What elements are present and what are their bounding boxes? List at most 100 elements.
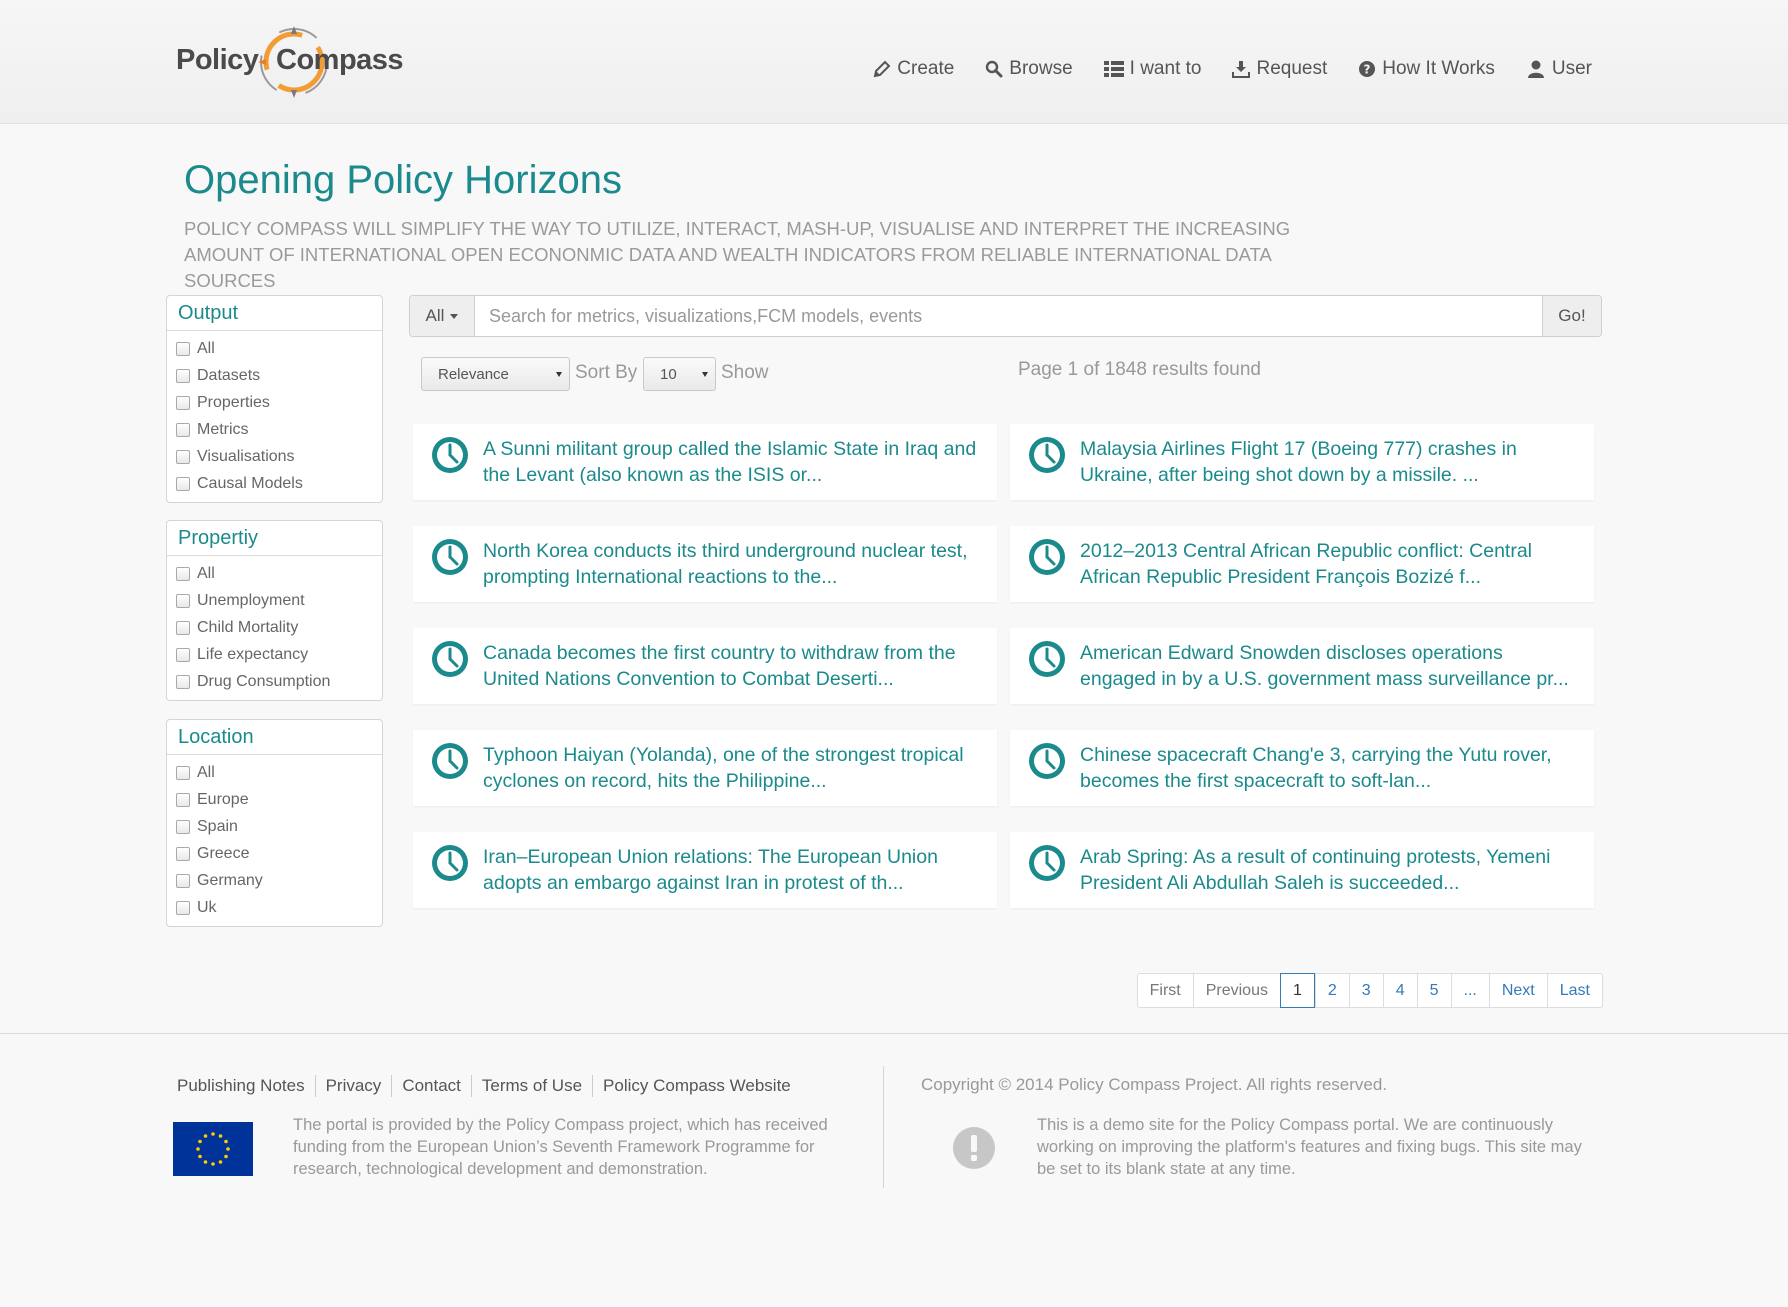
checkbox[interactable]	[176, 449, 190, 464]
result-card[interactable]: A Sunni militant group called the Islami…	[413, 424, 997, 500]
page-3[interactable]: 3	[1348, 974, 1383, 1007]
checkbox[interactable]	[176, 674, 190, 689]
eu-star	[203, 1134, 208, 1138]
page-last[interactable]: Last	[1546, 974, 1602, 1007]
checkbox[interactable]	[176, 341, 190, 356]
result-card[interactable]: Malaysia Airlines Flight 17 (Boeing 777)…	[1010, 424, 1594, 500]
checkbox[interactable]	[176, 873, 190, 888]
result-card[interactable]: Iran–European Union relations: The Europ…	[413, 832, 997, 908]
page-1[interactable]: 1	[1279, 973, 1315, 1008]
nav-create[interactable]: Create	[873, 58, 954, 80]
location-option-greece[interactable]: Greece	[173, 840, 376, 867]
footer-link-contact[interactable]: Contact	[391, 1075, 471, 1097]
footer-link-terms-of-use[interactable]: Terms of Use	[470, 1075, 592, 1097]
footer-link-privacy[interactable]: Privacy	[314, 1075, 392, 1097]
output-option-datasets[interactable]: Datasets	[173, 362, 376, 389]
page-size-select[interactable]: 10	[643, 357, 716, 391]
location-option-europe[interactable]: Europe	[173, 786, 376, 813]
result-title[interactable]: A Sunni militant group called the Islami…	[483, 436, 983, 488]
page-previous[interactable]: Previous	[1192, 974, 1280, 1007]
sort-by-label: Sort By	[575, 362, 638, 383]
search-scope-dropdown[interactable]: All	[410, 296, 475, 336]
result-title[interactable]: Arab Spring: As a result of continuing p…	[1080, 844, 1580, 896]
location-option-uk[interactable]: Uk	[173, 894, 376, 921]
result-title[interactable]: American Edward Snowden discloses operat…	[1080, 640, 1580, 692]
checkbox[interactable]	[176, 846, 190, 861]
result-card[interactable]: Chinese spacecraft Chang'e 3, carrying t…	[1010, 730, 1594, 806]
result-card[interactable]: Canada becomes the first country to with…	[413, 628, 997, 704]
clock-icon	[1029, 437, 1065, 473]
nav-request[interactable]: Request	[1232, 58, 1327, 80]
option-label: Datasets	[197, 366, 261, 384]
result-card[interactable]: North Korea conducts its third undergrou…	[413, 526, 997, 602]
result-title[interactable]: Canada becomes the first country to with…	[483, 640, 983, 692]
site-header: Policy Compass Create Browse I want to R…	[0, 0, 1788, 124]
result-title[interactable]: Typhoon Haiyan (Yolanda), one of the str…	[483, 742, 983, 794]
page-ellipsis[interactable]: ...	[1450, 974, 1489, 1007]
property-option-unemployment[interactable]: Unemployment	[173, 587, 376, 614]
sort-select[interactable]: Relevance	[421, 357, 570, 391]
checkbox[interactable]	[176, 765, 190, 780]
nav-i-want-to[interactable]: I want to	[1103, 58, 1201, 80]
result-card[interactable]: Arab Spring: As a result of continuing p…	[1010, 832, 1594, 908]
result-title[interactable]: Chinese spacecraft Chang'e 3, carrying t…	[1080, 742, 1580, 794]
eu-flag-icon	[173, 1122, 253, 1176]
checkbox[interactable]	[176, 566, 190, 581]
eu-star	[218, 1134, 223, 1138]
page-5[interactable]: 5	[1416, 974, 1451, 1007]
page-first[interactable]: First	[1138, 974, 1193, 1007]
nav-request-label: Request	[1256, 58, 1328, 79]
output-option-visualisations[interactable]: Visualisations	[173, 443, 376, 470]
clock-icon	[1029, 641, 1065, 677]
search-scope-label: All	[425, 306, 445, 325]
result-title[interactable]: Malaysia Airlines Flight 17 (Boeing 777)…	[1080, 436, 1580, 488]
checkbox[interactable]	[176, 476, 190, 491]
location-option-spain[interactable]: Spain	[173, 813, 376, 840]
nav-how-it-works-label: How It Works	[1382, 58, 1495, 79]
nav-user-label: User	[1551, 58, 1592, 79]
search-go-button[interactable]: Go!	[1542, 296, 1601, 336]
location-option-germany[interactable]: Germany	[173, 867, 376, 894]
footer-link-policy-compass-website[interactable]: Policy Compass Website	[592, 1075, 801, 1097]
result-card[interactable]: 2012–2013 Central African Republic confl…	[1010, 526, 1594, 602]
result-title[interactable]: 2012–2013 Central African Republic confl…	[1080, 538, 1580, 590]
download-icon	[1232, 61, 1251, 78]
footer-link-publishing-notes[interactable]: Publishing Notes	[177, 1075, 315, 1097]
page-next[interactable]: Next	[1488, 974, 1547, 1007]
property-option-all[interactable]: All	[173, 560, 376, 587]
nav-user[interactable]: User	[1526, 58, 1592, 80]
checkbox[interactable]	[176, 368, 190, 383]
output-option-all[interactable]: All	[173, 335, 376, 362]
checkbox[interactable]	[176, 647, 190, 662]
checkbox[interactable]	[176, 792, 190, 807]
property-option-drug-consumption[interactable]: Drug Consumption	[173, 668, 376, 695]
checkbox[interactable]	[176, 620, 190, 635]
policy-compass-logo[interactable]: Policy Compass	[176, 24, 416, 100]
checkbox[interactable]	[176, 819, 190, 834]
chevron-down-icon	[450, 313, 459, 319]
eu-star	[211, 1132, 215, 1136]
eu-star	[198, 1154, 202, 1159]
property-option-life-expectancy[interactable]: Life expectancy	[173, 641, 376, 668]
output-option-properties[interactable]: Properties	[173, 389, 376, 416]
nav-browse[interactable]: Browse	[985, 58, 1073, 80]
location-option-all[interactable]: All	[173, 759, 376, 786]
result-title[interactable]: Iran–European Union relations: The Europ…	[483, 844, 983, 896]
checkbox[interactable]	[176, 593, 190, 608]
page-4[interactable]: 4	[1382, 974, 1417, 1007]
result-card[interactable]: Typhoon Haiyan (Yolanda), one of the str…	[413, 730, 997, 806]
logo-word-compass: Compass	[276, 44, 404, 76]
output-option-causal-models[interactable]: Causal Models	[173, 470, 376, 497]
output-option-metrics[interactable]: Metrics	[173, 416, 376, 443]
checkbox[interactable]	[176, 395, 190, 410]
checkbox[interactable]	[176, 900, 190, 915]
clock-icon	[1029, 743, 1065, 779]
result-card[interactable]: American Edward Snowden discloses operat…	[1010, 628, 1594, 704]
result-title[interactable]: North Korea conducts its third undergrou…	[483, 538, 983, 590]
clock-icon	[1029, 539, 1065, 575]
nav-how-it-works[interactable]: ? How It Works	[1358, 58, 1495, 80]
page-2[interactable]: 2	[1314, 974, 1349, 1007]
property-option-child-mortality[interactable]: Child Mortality	[173, 614, 376, 641]
search-input[interactable]	[475, 296, 1542, 336]
checkbox[interactable]	[176, 422, 190, 437]
